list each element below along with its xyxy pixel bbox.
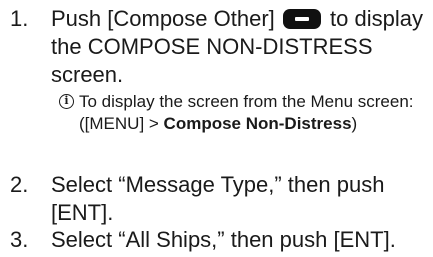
step-number: 3. [10, 227, 29, 252]
minus-bar [294, 17, 309, 21]
step-text-before-icon: Push [Compose Other] [51, 6, 275, 31]
note-path-bold: Compose Non-Distress [163, 114, 352, 133]
step-text: Push [Compose Other] to display the COMP… [51, 5, 433, 89]
minus-key-icon [282, 9, 321, 29]
step-number: 2. [10, 172, 29, 197]
step-number: 1. [10, 6, 29, 31]
step-2: 2. Select “Message Type,” then push [ENT… [0, 171, 433, 227]
step-text: Select “Message Type,” then push [ENT]. [51, 172, 385, 225]
step-text: Select “All Ships,” then push [ENT]. [51, 227, 396, 252]
note-text: To display the screen from the Menu scre… [79, 92, 414, 111]
step-1: 1. Push [Compose Other] to display the C… [0, 5, 433, 89]
note-path-suffix: ) [351, 114, 358, 133]
step-3: 3. Select “All Ships,” then push [ENT]. [0, 226, 433, 254]
note-menu-path: ([MENU] > Compose Non-Distress) [79, 113, 433, 135]
note-path-prefix: ([MENU] > [79, 114, 164, 133]
note: i To display the screen from the Menu sc… [0, 91, 433, 135]
info-icon: i [59, 94, 74, 109]
